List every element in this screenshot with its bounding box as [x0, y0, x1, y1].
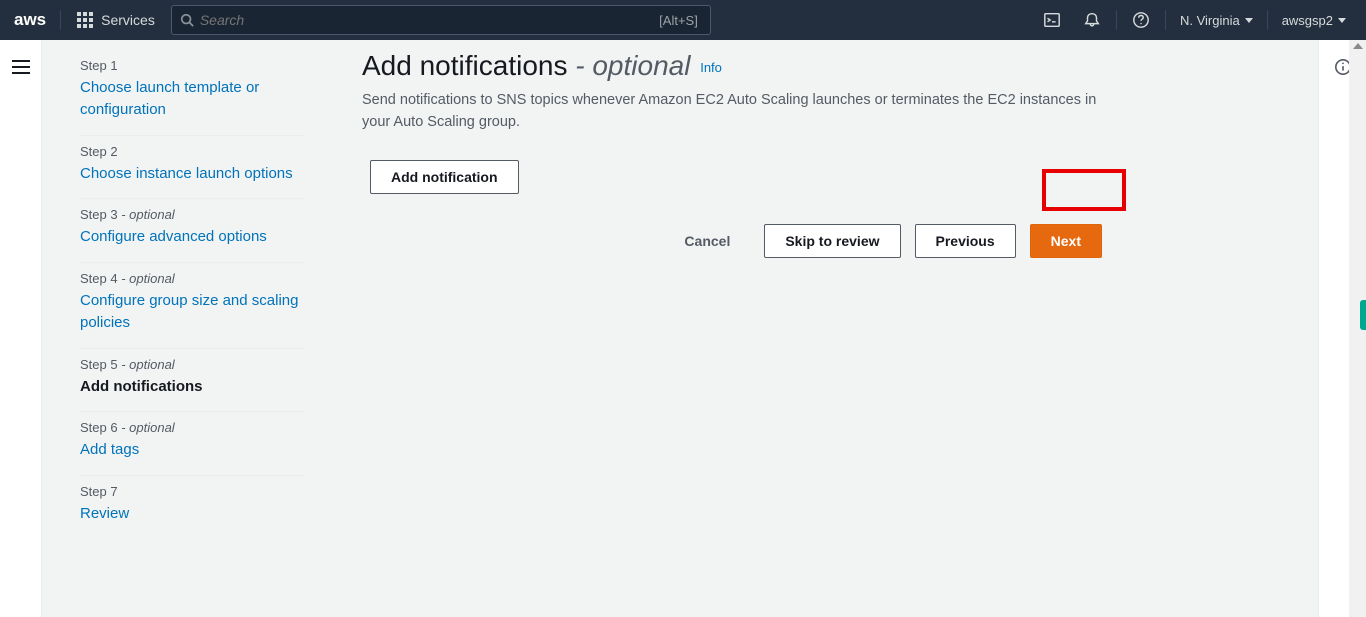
main-area: Step 1 Choose launch template or configu…: [42, 40, 1318, 617]
wizard-footer: Cancel Skip to review Previous Next: [362, 224, 1102, 258]
separator: [1165, 10, 1166, 30]
grid-icon: [77, 12, 93, 28]
region-name: N. Virginia: [1180, 13, 1240, 28]
step-number: Step 7: [80, 484, 304, 499]
step-item: Step 5 - optional Add notifications: [80, 349, 304, 413]
account-name: awsgsp2: [1282, 13, 1333, 28]
step-link-launch-template[interactable]: Choose launch template or configuration: [80, 77, 304, 121]
next-button[interactable]: Next: [1030, 224, 1102, 258]
account-menu[interactable]: awsgsp2: [1276, 13, 1352, 28]
page-description: Send notifications to SNS topics wheneve…: [362, 90, 1102, 134]
step-link-group-size-scaling[interactable]: Configure group size and scaling policie…: [80, 290, 304, 334]
cancel-button[interactable]: Cancel: [664, 225, 750, 257]
services-menu-button[interactable]: Services: [71, 12, 161, 28]
step-item: Step 3 - optional Configure advanced opt…: [80, 199, 304, 263]
step-number: Step 5 - optional: [80, 357, 304, 372]
step-item: Step 2 Choose instance launch options: [80, 136, 304, 200]
step-item: Step 1 Choose launch template or configu…: [80, 50, 304, 136]
left-rail: [0, 40, 42, 617]
region-selector[interactable]: N. Virginia: [1174, 13, 1259, 28]
step-number: Step 2: [80, 144, 304, 159]
caret-down-icon: [1338, 18, 1346, 23]
page-title: Add notifications - optional Info: [362, 50, 1102, 82]
aws-logo[interactable]: aws: [14, 10, 46, 30]
separator: [1116, 10, 1117, 30]
main-panel: Add notifications - optional Info Send n…: [322, 40, 1142, 617]
cloudshell-icon[interactable]: [1036, 4, 1068, 36]
page-body: Step 1 Choose launch template or configu…: [0, 40, 1366, 617]
wizard-steps: Step 1 Choose launch template or configu…: [42, 40, 322, 617]
step-item: Step 4 - optional Configure group size a…: [80, 263, 304, 349]
previous-button[interactable]: Previous: [915, 224, 1016, 258]
step-number: Step 3 - optional: [80, 207, 304, 222]
skip-to-review-button[interactable]: Skip to review: [764, 224, 900, 258]
search-icon: [180, 13, 194, 27]
separator: [60, 10, 61, 30]
step-link-instance-launch-options[interactable]: Choose instance launch options: [80, 163, 304, 185]
step-number: Step 6 - optional: [80, 420, 304, 435]
caret-down-icon: [1245, 18, 1253, 23]
step-link-add-tags[interactable]: Add tags: [80, 439, 304, 461]
scroll-up-arrow[interactable]: [1349, 43, 1366, 49]
expand-nav-button[interactable]: [12, 60, 30, 617]
step-item: Step 6 - optional Add tags: [80, 412, 304, 476]
info-link[interactable]: Info: [700, 60, 722, 75]
global-search[interactable]: [Alt+S]: [171, 5, 711, 35]
step-number: Step 4 - optional: [80, 271, 304, 286]
search-shortcut: [Alt+S]: [659, 13, 702, 28]
step-link-review[interactable]: Review: [80, 503, 304, 525]
separator: [1267, 10, 1268, 30]
step-link-add-notifications: Add notifications: [80, 376, 304, 398]
top-nav: aws Services [Alt+S] N. Virginia: [0, 0, 1366, 40]
step-number: Step 1: [80, 58, 304, 73]
notifications-bell-icon[interactable]: [1076, 4, 1108, 36]
topnav-right: N. Virginia awsgsp2: [1036, 4, 1352, 36]
search-input[interactable]: [200, 12, 653, 28]
feedback-tab[interactable]: [1360, 300, 1366, 330]
services-label: Services: [101, 12, 155, 28]
help-icon[interactable]: [1125, 4, 1157, 36]
add-notification-button[interactable]: Add notification: [370, 160, 519, 194]
step-item: Step 7 Review: [80, 476, 304, 539]
step-link-advanced-options[interactable]: Configure advanced options: [80, 226, 304, 248]
